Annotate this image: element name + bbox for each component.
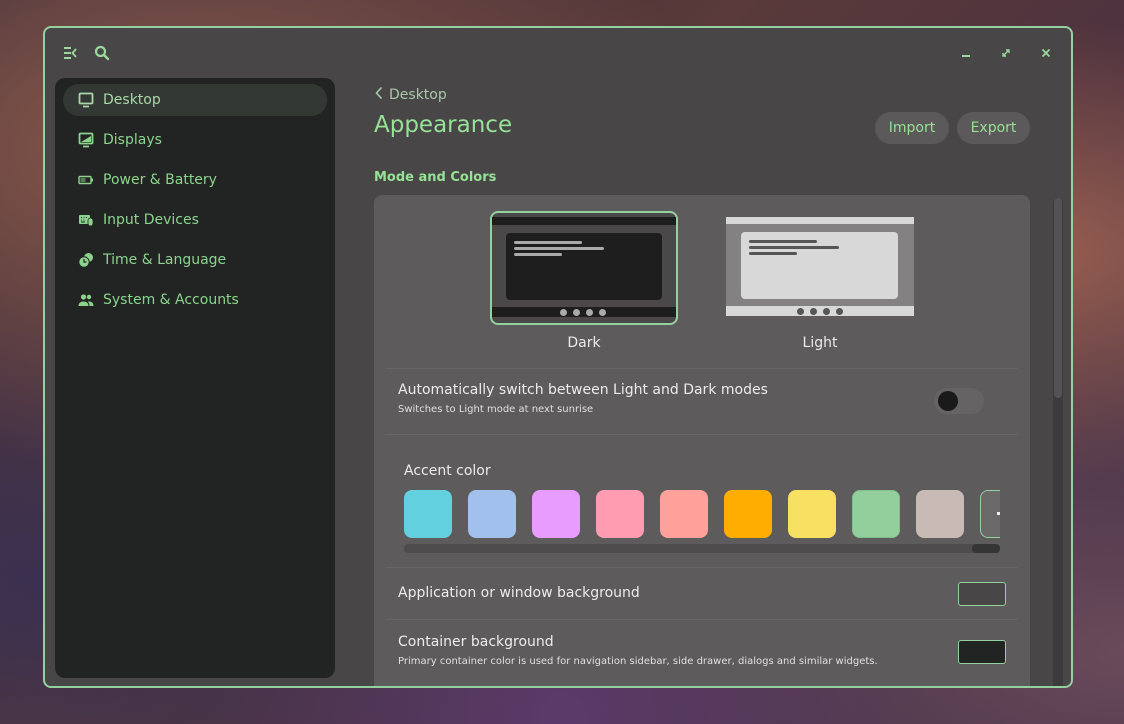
accent-swatch-salmon[interactable] xyxy=(660,490,708,538)
accent-swatch-pink[interactable] xyxy=(596,490,644,538)
accent-swatch-beige[interactable] xyxy=(916,490,964,538)
window-background-color-button[interactable] xyxy=(958,582,1006,606)
monitor-icon xyxy=(77,91,95,109)
auto-switch-title: Automatically switch between Light and D… xyxy=(398,382,768,398)
accent-swatch-yellow[interactable] xyxy=(788,490,836,538)
mode-colors-card: Dark Light Automatically switch between … xyxy=(374,195,1030,686)
accent-swatch-blue[interactable] xyxy=(468,490,516,538)
container-background-color-button[interactable] xyxy=(958,640,1006,664)
accent-swatch-green-selected[interactable] xyxy=(852,490,900,538)
theme-label-dark: Dark xyxy=(567,335,601,351)
breadcrumb-back[interactable]: Desktop xyxy=(375,86,447,104)
sidebar-item-label: Input Devices xyxy=(103,212,199,228)
chevron-left-icon xyxy=(375,86,383,104)
accent-horizontal-scrollbar[interactable] xyxy=(404,544,1000,553)
battery-icon xyxy=(77,171,95,189)
sidebar-item-displays[interactable]: Displays xyxy=(63,124,327,156)
container-background-subtitle: Primary container color is used for navi… xyxy=(398,656,878,667)
container-background-row: Container background Primary container c… xyxy=(386,619,1018,686)
clock-globe-icon xyxy=(77,251,95,269)
settings-window: Desktop Displays Power & Battery Input D… xyxy=(43,26,1073,688)
accent-swatch-purple[interactable] xyxy=(532,490,580,538)
auto-switch-row: Automatically switch between Light and D… xyxy=(386,368,1018,434)
sidebar-item-label: Time & Language xyxy=(103,252,227,268)
sidebar-item-input-devices[interactable]: Input Devices xyxy=(63,204,327,236)
accent-color-label: Accent color xyxy=(404,463,491,479)
sidebar-item-desktop[interactable]: Desktop xyxy=(63,84,327,116)
auto-switch-toggle[interactable] xyxy=(934,388,984,414)
keyboard-mouse-icon xyxy=(77,211,95,229)
display-icon xyxy=(77,131,95,149)
navigation-sidebar: Desktop Displays Power & Battery Input D… xyxy=(55,78,335,678)
sidebar-item-label: System & Accounts xyxy=(103,292,239,308)
content-vertical-scrollbar[interactable] xyxy=(1053,198,1063,686)
sidebar-item-power-battery[interactable]: Power & Battery xyxy=(63,164,327,196)
accent-swatch-cyan[interactable] xyxy=(404,490,452,538)
section-title: Mode and Colors xyxy=(374,170,497,185)
sidebar-item-label: Power & Battery xyxy=(103,172,217,188)
sidebar-item-time-language[interactable]: Time & Language xyxy=(63,244,327,276)
container-background-title: Container background xyxy=(398,634,554,650)
dark-theme-preview xyxy=(490,211,678,325)
accent-swatch-orange[interactable] xyxy=(724,490,772,538)
sidebar-toggle-icon[interactable] xyxy=(59,42,81,64)
users-icon xyxy=(77,291,95,309)
window-background-row: Application or window background xyxy=(386,567,1018,619)
light-theme-preview xyxy=(726,211,914,325)
scrollbar-thumb[interactable] xyxy=(972,544,1000,553)
sidebar-item-label: Displays xyxy=(103,132,162,148)
import-button[interactable]: Import xyxy=(875,112,949,144)
breadcrumb-label: Desktop xyxy=(389,87,447,103)
toggle-knob xyxy=(938,391,958,411)
minimize-icon[interactable] xyxy=(955,42,977,64)
custom-color-icon xyxy=(997,512,1000,515)
main-content: Desktop Appearance Import Export Mode an… xyxy=(335,78,1071,686)
theme-option-light[interactable]: Light xyxy=(726,211,914,351)
auto-switch-subtitle: Switches to Light mode at next sunrise xyxy=(398,404,594,415)
close-icon[interactable] xyxy=(1035,42,1057,64)
header-bar xyxy=(45,28,1071,78)
sidebar-item-label: Desktop xyxy=(103,92,161,108)
page-title: Appearance xyxy=(374,112,513,138)
theme-label-light: Light xyxy=(802,335,838,351)
search-icon[interactable] xyxy=(91,42,113,64)
theme-option-dark[interactable]: Dark xyxy=(490,211,678,351)
maximize-icon[interactable] xyxy=(995,42,1017,64)
custom-color-button[interactable] xyxy=(980,490,1000,538)
window-background-title: Application or window background xyxy=(398,585,640,601)
scrollbar-thumb[interactable] xyxy=(1054,198,1062,398)
sidebar-item-system-accounts[interactable]: System & Accounts xyxy=(63,284,327,316)
export-button[interactable]: Export xyxy=(957,112,1030,144)
